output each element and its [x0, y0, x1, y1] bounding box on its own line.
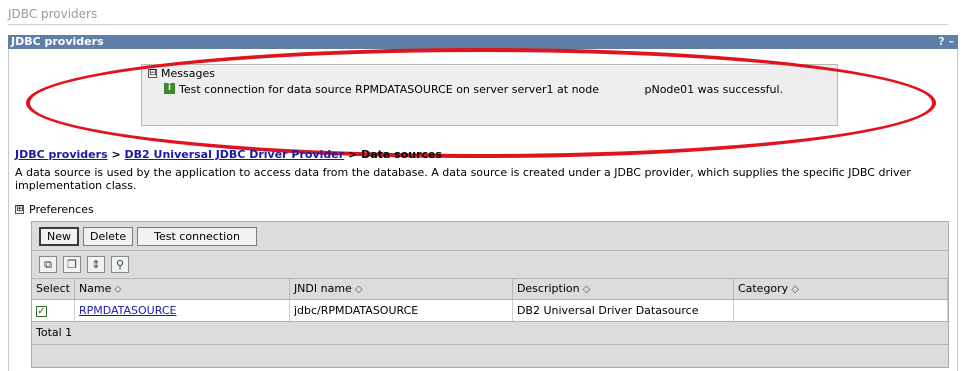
column-header-select: Select — [32, 279, 75, 300]
page-caption: JDBC providers — [8, 7, 948, 25]
breadcrumb-current: Data sources — [361, 148, 443, 161]
table-icon-bar: ⧉ ❐ ⇕ ⚲ — [32, 251, 948, 279]
column-header-category[interactable]: Category ◇ — [733, 279, 949, 300]
select-cell: ✓ — [32, 299, 75, 322]
collapse-messages-icon[interactable]: ⊟ — [148, 69, 157, 78]
show-filter-icon[interactable]: ⇕ — [87, 256, 105, 273]
data-sources-table: Select Name ⬦ JNDI name ◇ Description ◇ Cat… — [32, 279, 949, 345]
sort-icon[interactable]: ◇ — [791, 284, 799, 295]
action-toolbar: New Delete Test connection — [32, 222, 948, 251]
breadcrumb-separator: > — [348, 148, 358, 161]
breadcrumb-db2-provider[interactable]: DB2 Universal JDBC Driver Provider — [125, 148, 345, 161]
messages-panel: ⊟ Messages i Test connection for data so… — [141, 64, 838, 126]
select-all-icon[interactable]: ⧉ — [39, 256, 57, 273]
row-select-checkbox[interactable]: ✓ — [36, 305, 47, 317]
test-connection-button[interactable]: Test connection — [137, 227, 257, 246]
messages-header: Messages — [161, 67, 215, 80]
info-icon: i — [164, 83, 175, 94]
breadcrumb: JDBC providers > DB2 Universal JDBC Driv… — [15, 148, 442, 161]
total-count: Total 1 — [32, 321, 948, 345]
minimize-icon[interactable]: – — [949, 35, 955, 48]
jndi-cell: jdbc/RPMDATASOURCE — [289, 299, 513, 322]
breadcrumb-jdbc-providers[interactable]: JDBC providers — [15, 148, 108, 161]
delete-button[interactable]: Delete — [83, 227, 134, 246]
sort-icon[interactable]: ◇ — [583, 284, 591, 295]
clear-filter-icon[interactable]: ⚲ — [111, 256, 129, 273]
column-header-jndi[interactable]: JNDI name ◇ — [289, 279, 513, 300]
intro-description: A data source is used by the application… — [15, 166, 911, 192]
table-row: ✓ RPMDATASOURCE jdbc/RPMDATASOURCE DB2 U… — [32, 299, 949, 322]
help-icon[interactable]: ? — [938, 35, 944, 48]
portlet-title: JDBC providers — [11, 35, 104, 48]
name-cell: RPMDATASOURCE — [74, 299, 290, 322]
new-button[interactable]: New — [39, 227, 79, 246]
description-cell: DB2 Universal Driver Datasource — [512, 299, 734, 322]
data-source-link[interactable]: RPMDATASOURCE — [79, 304, 177, 317]
preferences-toggle[interactable]: ⊞ Preferences — [15, 203, 94, 216]
expand-preferences-icon[interactable]: ⊞ — [15, 205, 24, 214]
column-header-description[interactable]: Description ◇ — [512, 279, 734, 300]
sort-icon[interactable]: ⬦ — [114, 284, 121, 295]
data-sources-collection: New Delete Test connection ⧉ ❐ ⇕ ⚲ Selec… — [31, 221, 949, 368]
message-text: Test connection for data source RPMDATAS… — [179, 83, 784, 96]
breadcrumb-separator: > — [111, 148, 121, 161]
column-header-name[interactable]: Name ⬦ — [74, 279, 290, 300]
portlet-title-bar: JDBC providers ? – — [8, 35, 958, 49]
category-cell — [733, 299, 949, 322]
total-row: Total 1 — [32, 321, 948, 345]
preferences-label[interactable]: Preferences — [29, 203, 94, 216]
sort-icon[interactable]: ◇ — [355, 284, 363, 295]
deselect-all-icon[interactable]: ❐ — [63, 256, 81, 273]
